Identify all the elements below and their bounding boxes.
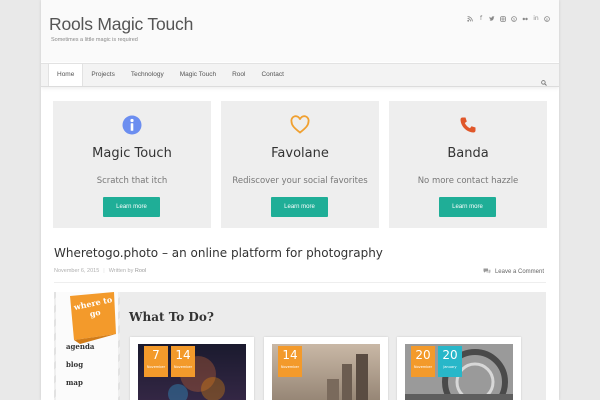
heart-icon [290,115,310,135]
post-author[interactable]: Rool [135,268,146,274]
event-date-badge: 7 November [144,346,168,377]
event-day: 20 [415,348,431,362]
sidebar-link-map: map [66,378,83,387]
feature-subtitle: Rediscover your social favorites [232,176,368,186]
flickr-icon[interactable] [522,16,528,22]
event-card: 20 November 20 January [397,337,521,400]
event-card: 14 November [264,337,388,400]
event-month: November [146,365,166,369]
twitter-icon[interactable] [489,16,495,22]
sidebar-links: agenda blog map [66,342,94,396]
event-month: January [443,365,457,369]
meta-separator: | [103,268,105,274]
comments-icon [483,268,491,276]
feature-boxes: Magic Touch Scratch that itch Learn more… [53,101,547,228]
learn-more-button[interactable]: Learn more [271,197,328,217]
event-date-badge: 14 November [171,346,195,377]
post-meta: November 6, 2015 | Written by Rool [54,268,146,274]
learn-more-button[interactable]: Learn more [439,197,496,217]
event-month: November [173,365,193,369]
event-day: 7 [152,348,160,362]
feature-title: Banda [447,146,489,161]
divider [54,282,546,283]
event-day: 14 [175,348,191,362]
event-month: November [413,365,433,369]
feature-title: Magic Touch [92,146,172,161]
feature-subtitle: Scratch that itch [96,176,168,186]
event-day: 20 [442,348,458,362]
nav-item-technology[interactable]: Technology [123,64,172,86]
search-icon[interactable] [541,71,547,86]
site-description: Sometimes a little magic is required [51,37,138,43]
nav-item-home[interactable]: Home [48,64,84,86]
skype-icon[interactable]: S [511,16,517,22]
phone-icon [458,115,478,135]
nav-item-projects[interactable]: Projects [83,64,122,86]
pinterest-icon[interactable]: p [544,16,550,22]
site-header: Rools Magic Touch Sometimes a little mag… [41,0,559,62]
event-card: 7 November 14 November [130,337,254,400]
post-title[interactable]: Wheretogo.photo – an online platform for… [54,246,383,260]
comments-link[interactable]: Leave a Comment [483,268,544,276]
nav-item-contact[interactable]: Contact [253,64,291,86]
page: Rools Magic Touch Sometimes a little mag… [41,0,559,400]
event-day: 14 [282,348,298,362]
event-month: November [280,365,300,369]
event-date-badge: 20 November [411,346,435,377]
event-date-badge: 20 January [438,346,462,377]
feature-box-magic-touch: Magic Touch Scratch that itch Learn more [53,101,211,228]
feature-title: Favolane [271,146,329,161]
learn-more-button[interactable]: Learn more [103,197,160,217]
featured-image[interactable]: where to go agenda blog map What To Do? … [54,292,546,400]
feature-box-favolane: Favolane Rediscover your social favorite… [221,101,379,228]
linkedin-icon[interactable]: in [533,16,539,22]
site-title[interactable]: Rools Magic Touch [49,14,193,35]
written-by-label: Written by [108,268,134,274]
feature-subtitle: No more contact hazzle [417,176,519,186]
post-date: November 6, 2015 [54,268,100,274]
info-icon [122,115,142,135]
rss-icon[interactable] [467,16,473,22]
instagram-icon[interactable] [500,16,506,22]
comments-label: Leave a Comment [494,269,544,275]
main-nav: Home Projects Technology Magic Touch Roo… [41,63,559,87]
feature-box-banda: Banda No more contact hazzle Learn more [389,101,547,228]
sidebar-link-agenda: agenda [66,342,95,351]
nav-item-rool[interactable]: Rool [224,64,253,86]
facebook-icon[interactable]: f [478,16,484,22]
nav-item-magic-touch[interactable]: Magic Touch [172,64,224,86]
event-date-badge: 14 November [278,346,302,377]
social-links: f S in p [467,16,550,22]
sidebar-link-blog: blog [66,360,84,369]
what-to-do-heading: What To Do? [129,310,214,324]
